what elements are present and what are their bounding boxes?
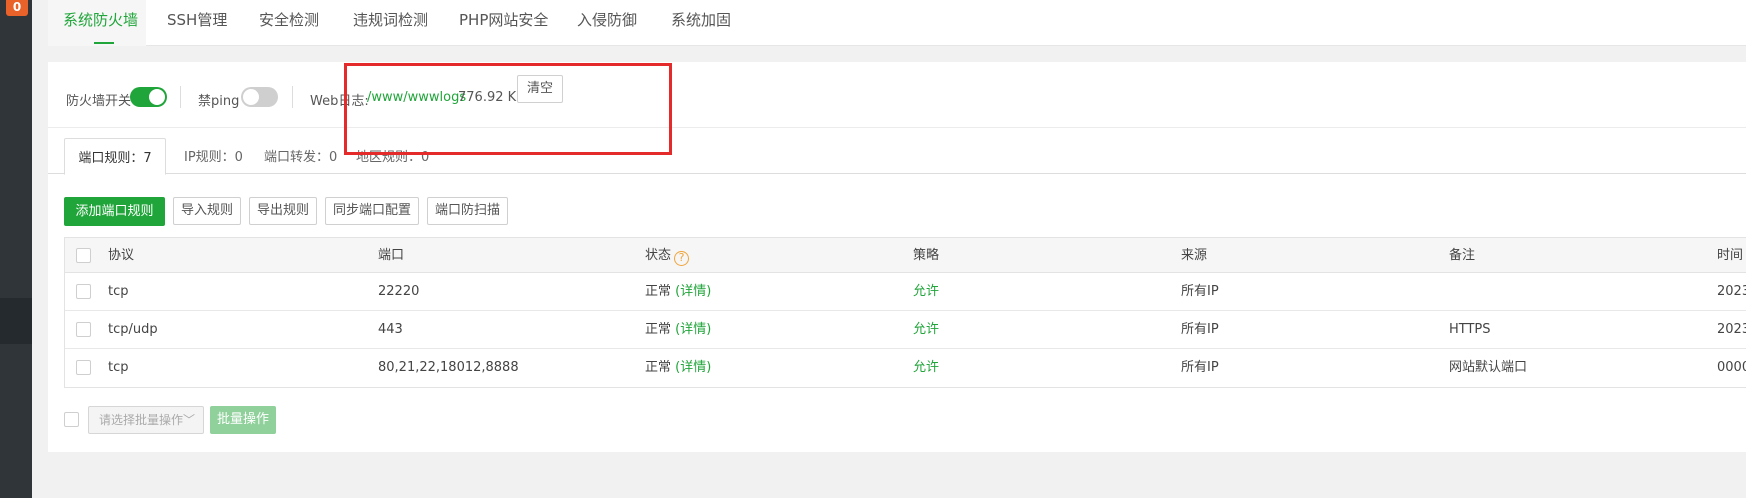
table-row: tcp/udp 443 正常 (详情) 允许 所有IP HTTPS 2023 xyxy=(65,311,1746,349)
cell-time: 0000 xyxy=(1717,360,1746,375)
cell-status: 正常 (详情) xyxy=(645,311,711,349)
batch-operation-select[interactable]: 请选择批量操作 ﹀ xyxy=(88,406,204,434)
cell-port: 443 xyxy=(378,322,403,337)
row-checkbox[interactable] xyxy=(76,360,91,375)
divider xyxy=(292,86,293,108)
cell-remark: HTTPS xyxy=(1449,322,1491,337)
cell-status: 正常 (详情) xyxy=(645,349,711,387)
ping-switch[interactable] xyxy=(241,87,278,107)
toggle-row: 防火墙开关 禁ping Web日志: /www/wwwlogs 776.92 K… xyxy=(48,62,1746,128)
cell-protocol: tcp/udp xyxy=(108,322,158,337)
tab-system-firewall[interactable]: 系统防火墙 xyxy=(48,0,146,46)
col-port: 端口 xyxy=(378,248,405,263)
switch-knob xyxy=(149,89,165,105)
col-remark: 备注 xyxy=(1449,248,1476,263)
sync-port-config-button[interactable]: 同步端口配置 xyxy=(325,197,419,225)
cell-policy: 允许 xyxy=(913,360,940,375)
cell-protocol: tcp xyxy=(108,284,129,299)
tab-security-check[interactable]: 安全检测 xyxy=(259,0,319,46)
cell-status: 正常 (详情) xyxy=(645,273,711,311)
status-text: 正常 xyxy=(645,360,672,375)
cell-source: 所有IP xyxy=(1181,284,1219,299)
export-rules-button[interactable]: 导出规则 xyxy=(249,197,317,225)
cell-source: 所有IP xyxy=(1181,360,1219,375)
tab-system-hardening[interactable]: 系统加固 xyxy=(671,0,731,46)
col-policy: 策略 xyxy=(913,248,940,263)
port-rules-table: 协议 端口 状态? 策略 来源 备注 时间 tcp 22220 正常 (详情) … xyxy=(64,237,1746,388)
import-rules-button[interactable]: 导入规则 xyxy=(173,197,241,225)
cell-port: 22220 xyxy=(378,284,420,299)
tab-port-rules[interactable]: 端口规则：7 xyxy=(64,138,166,175)
cell-remark: 网站默认端口 xyxy=(1449,360,1528,375)
cell-time: 2023 xyxy=(1717,322,1746,337)
col-time: 时间 xyxy=(1717,248,1744,263)
tab-ssh[interactable]: SSH管理 xyxy=(167,0,227,46)
highlight-annotation-box xyxy=(344,63,672,155)
ping-switch-label: 禁ping xyxy=(198,94,240,109)
status-detail-link[interactable]: (详情) xyxy=(675,360,711,375)
batch-select-all-checkbox[interactable] xyxy=(64,412,79,427)
add-port-rule-button[interactable]: 添加端口规则 xyxy=(64,197,165,226)
divider xyxy=(180,86,181,108)
top-nav: 系统防火墙 SSH管理 安全检测 违规词检测 PHP网站安全 入侵防御 系统加固 xyxy=(48,0,1746,46)
table-row: tcp 22220 正常 (详情) 允许 所有IP 2023 xyxy=(65,273,1746,311)
tab-label: 系统防火墙 xyxy=(63,11,139,29)
status-text: 正常 xyxy=(645,284,672,299)
sidebar: 0 xyxy=(0,0,32,498)
tab-intrusion-prevention[interactable]: 入侵防御 xyxy=(577,0,637,46)
cell-protocol: tcp xyxy=(108,360,129,375)
status-detail-link[interactable]: (详情) xyxy=(675,322,711,337)
batch-select-placeholder: 请选择批量操作 xyxy=(99,413,184,427)
cell-source: 所有IP xyxy=(1181,322,1219,337)
tab-ip-rules[interactable]: IP规则：0 xyxy=(184,138,243,174)
cell-policy: 允许 xyxy=(913,284,940,299)
col-status-label: 状态 xyxy=(645,248,672,263)
active-tab-underline xyxy=(94,42,114,44)
row-checkbox[interactable] xyxy=(76,322,91,337)
port-anti-scan-button[interactable]: 端口防扫描 xyxy=(427,197,508,225)
table-header: 协议 端口 状态? 策略 来源 备注 时间 xyxy=(65,238,1746,273)
cell-policy: 允许 xyxy=(913,322,940,337)
cell-time: 2023 xyxy=(1717,284,1746,299)
rule-tabs: 端口规则：7 IP规则：0 端口转发：0 地区规则：0 xyxy=(48,138,1746,175)
batch-operation-button[interactable]: 批量操作 xyxy=(210,406,276,434)
row-checkbox[interactable] xyxy=(76,284,91,299)
col-source: 来源 xyxy=(1181,248,1208,263)
chevron-down-icon: ﹀ xyxy=(182,413,195,427)
sidebar-active-item[interactable] xyxy=(0,298,32,344)
tab-violation-words[interactable]: 违规词检测 xyxy=(353,0,428,46)
col-protocol: 协议 xyxy=(108,248,135,263)
firewall-switch-label: 防火墙开关 xyxy=(66,94,132,109)
firewall-switch[interactable] xyxy=(130,87,167,107)
tab-php-security[interactable]: PHP网站安全 xyxy=(459,0,548,46)
notification-badge[interactable]: 0 xyxy=(6,0,28,16)
status-text: 正常 xyxy=(645,322,672,337)
switch-knob xyxy=(243,89,259,105)
cell-port: 80,21,22,18012,8888 xyxy=(378,360,519,375)
select-all-checkbox[interactable] xyxy=(76,248,91,263)
status-detail-link[interactable]: (详情) xyxy=(675,284,711,299)
firewall-panel: 防火墙开关 禁ping Web日志: /www/wwwlogs 776.92 K… xyxy=(48,62,1746,452)
tab-port-forward[interactable]: 端口转发：0 xyxy=(264,138,337,174)
col-status: 状态? xyxy=(645,238,690,273)
help-icon[interactable]: ? xyxy=(674,251,690,266)
table-row: tcp 80,21,22,18012,8888 正常 (详情) 允许 所有IP … xyxy=(65,349,1746,387)
